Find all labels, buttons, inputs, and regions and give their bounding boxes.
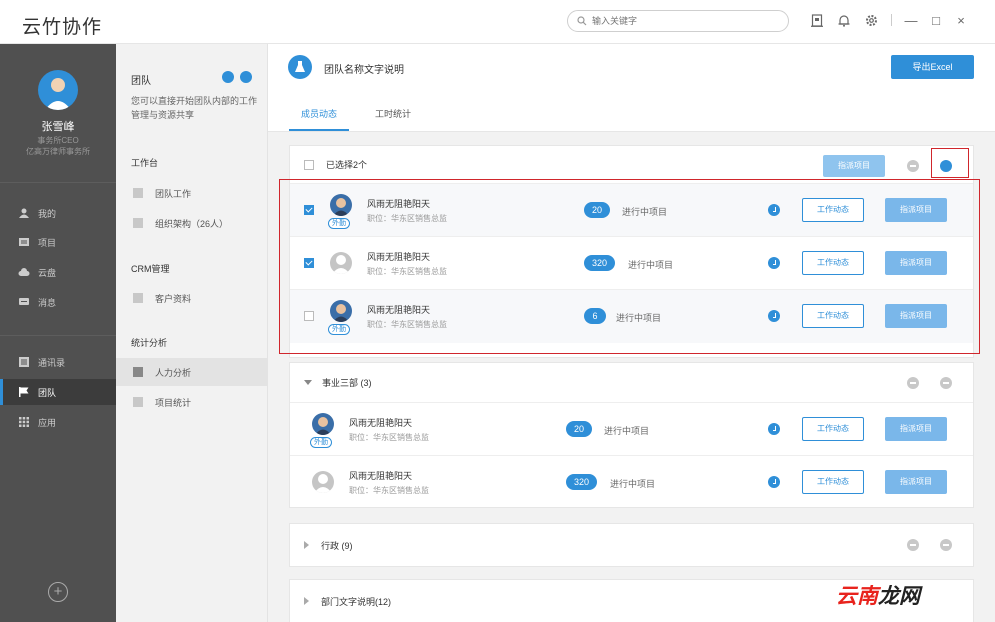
group-title: 部门文字说明(12)	[321, 596, 392, 607]
nav-item-cloud[interactable]: 云盘	[0, 259, 116, 285]
divider	[891, 14, 892, 26]
project-count: 320	[566, 474, 597, 490]
watermark: 云南龙网	[836, 585, 920, 608]
outside-tag: 外勤	[310, 437, 332, 448]
section-title: CRM管理	[131, 264, 170, 274]
app-title: 云竹协作	[22, 17, 103, 38]
project-icon	[18, 236, 30, 248]
nav-divider	[0, 335, 116, 336]
team-name: 团队名称文字说明	[324, 65, 404, 76]
group-header[interactable]: 行政 (9)	[290, 524, 973, 566]
user-name: 张雪峰	[41, 121, 75, 133]
group-title: 行政 (9)	[321, 540, 353, 551]
project-count-label: 进行中项目	[610, 479, 656, 489]
selected-count: 已选择2个	[326, 160, 368, 170]
member-position: 职位：华东区销售总监	[349, 486, 429, 495]
nav-item-project[interactable]: 项目	[0, 229, 116, 255]
nav-item-message[interactable]: 消息	[0, 289, 116, 315]
apps-icon	[18, 416, 30, 428]
nav-divider	[0, 182, 116, 183]
search-icon	[577, 16, 587, 26]
select-all-checkbox[interactable]	[304, 159, 314, 170]
user-icon	[18, 207, 30, 219]
maximize-icon[interactable]: □	[929, 12, 943, 28]
collapse-icon[interactable]	[907, 160, 919, 172]
group-header[interactable]: 事业三部 (3)	[290, 363, 973, 403]
item-icon	[133, 293, 143, 303]
project-count: 20	[566, 421, 592, 437]
minimize-icon[interactable]: —	[904, 12, 918, 28]
work-activity-button[interactable]: 工作动态	[802, 470, 864, 494]
settings-icon[interactable]	[222, 71, 234, 83]
nav-item-team[interactable]: 团队	[0, 379, 116, 405]
chevron-right-icon[interactable]	[304, 541, 309, 549]
panel-item-org[interactable]: 组织架构（26人）	[116, 209, 268, 237]
building-icon[interactable]	[810, 12, 824, 28]
message-icon	[18, 296, 30, 308]
panel-item-project-stats[interactable]: 项目统计	[116, 388, 268, 416]
team-icon	[288, 55, 312, 79]
close-icon[interactable]: ×	[954, 12, 968, 28]
user-avatar[interactable]	[38, 70, 78, 110]
section-title: 统计分析	[131, 338, 168, 348]
collapse-icon[interactable]	[907, 377, 919, 389]
item-icon	[133, 367, 143, 377]
nav-item-mine[interactable]: 我的	[0, 200, 116, 226]
main-header: 团队名称文字说明 导出Excel 成员动态 工时统计	[268, 44, 995, 132]
panel-item-hr-analysis[interactable]: 人力分析	[116, 358, 268, 386]
group-card: 事业三部 (3) 外勤 风雨无阻艳阳天 职位：华东区销售总监 20 进行中项目 …	[289, 362, 974, 508]
top-bar: 云竹协作 — □ ×	[0, 0, 995, 44]
left-nav: 张雪峰 事务所CEO 亿高万律师事务所 我的 项目 云盘 消息 通讯录 团队 应…	[0, 44, 116, 622]
project-count-label: 进行中项目	[604, 426, 650, 436]
collapse-icon[interactable]	[907, 539, 919, 551]
chevron-down-icon[interactable]	[304, 380, 312, 385]
highlight-box	[279, 179, 980, 354]
search-input[interactable]	[592, 16, 762, 26]
chevron-right-icon[interactable]	[304, 597, 309, 605]
cloud-icon	[18, 266, 30, 278]
member-position: 职位：华东区销售总监	[349, 433, 429, 442]
member-name: 风雨无阻艳阳天	[349, 418, 413, 428]
group-title: 事业三部 (3)	[322, 378, 372, 388]
team-panel: 团队 您可以直接开始团队内部的工作管理与资源共享 工作台 团队工作 组织架构（2…	[116, 44, 268, 622]
nav-item-apps[interactable]: 应用	[0, 409, 116, 435]
panel-title: 团队	[131, 76, 151, 87]
assign-project-button[interactable]: 指派项目	[885, 417, 947, 441]
item-icon	[133, 218, 143, 228]
member-name: 风雨无阻艳阳天	[349, 471, 413, 481]
item-icon	[133, 397, 143, 407]
panel-description: 您可以直接开始团队内部的工作管理与资源共享	[131, 96, 258, 120]
work-activity-button[interactable]: 工作动态	[802, 417, 864, 441]
user-title: 事务所CEO 亿高万律师事务所	[26, 136, 90, 156]
section-title: 工作台	[131, 158, 159, 168]
nav-item-contacts[interactable]: 通讯录	[0, 349, 116, 375]
gear-icon[interactable]	[864, 12, 878, 28]
item-icon	[133, 188, 143, 198]
avatar	[312, 471, 334, 493]
expand-icon[interactable]	[940, 539, 952, 551]
panel-item-team-work[interactable]: 团队工作	[116, 179, 268, 207]
flag-icon	[18, 386, 30, 398]
contacts-icon	[18, 356, 30, 368]
clock-icon[interactable]	[768, 476, 780, 488]
tab-work-hours[interactable]: 工时统计	[371, 107, 415, 131]
table-row[interactable]: 风雨无阻艳阳天 职位：华东区销售总监 320 进行中项目 工作动态 指派项目	[290, 456, 973, 509]
export-excel-button[interactable]: 导出Excel	[891, 55, 974, 79]
avatar	[312, 413, 334, 435]
batch-assign-button[interactable]: 指派项目	[823, 155, 885, 177]
bell-icon[interactable]	[837, 12, 851, 28]
group-card: 行政 (9)	[289, 523, 974, 567]
clock-icon[interactable]	[768, 423, 780, 435]
table-row[interactable]: 外勤 风雨无阻艳阳天 职位：华东区销售总监 20 进行中项目 工作动态 指派项目	[290, 403, 973, 456]
more-icon[interactable]	[240, 71, 252, 83]
search-box[interactable]	[567, 10, 789, 32]
panel-item-customers[interactable]: 客户资料	[116, 284, 268, 312]
expand-icon[interactable]	[940, 377, 952, 389]
assign-project-button[interactable]: 指派项目	[885, 470, 947, 494]
tab-member-activity[interactable]: 成员动态	[289, 107, 349, 131]
highlight-box	[931, 148, 969, 178]
add-button[interactable]: +	[48, 582, 68, 602]
